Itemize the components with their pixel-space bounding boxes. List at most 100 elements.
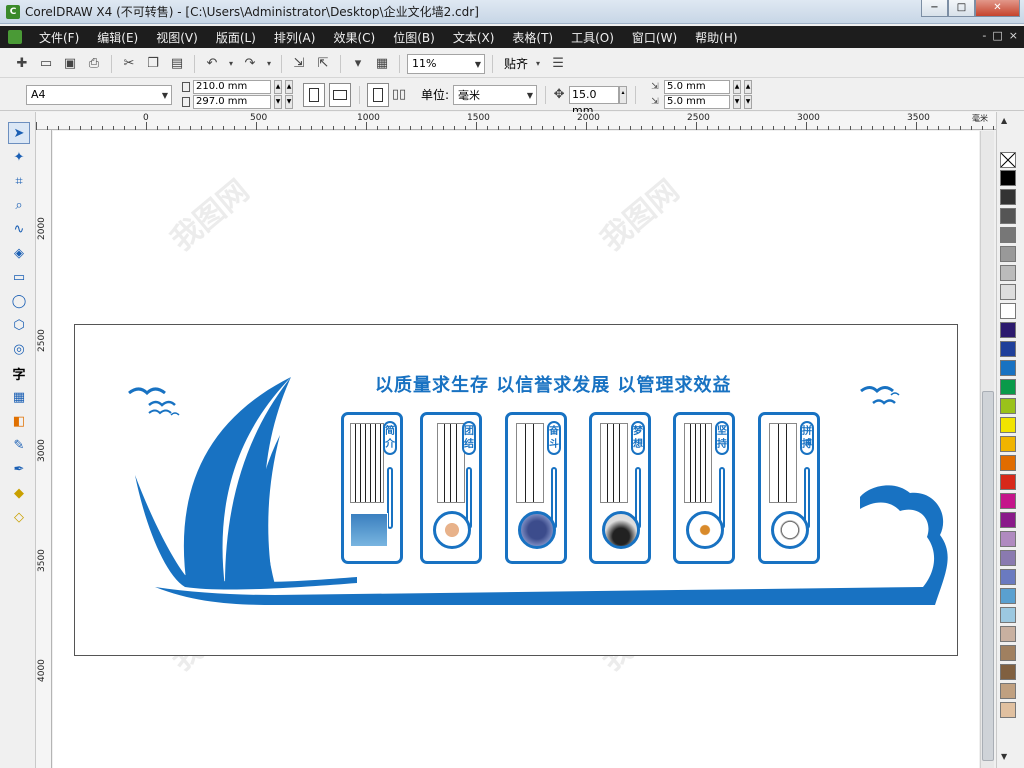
color-swatch[interactable]: [1000, 265, 1016, 281]
color-swatch[interactable]: [1000, 455, 1016, 471]
page-height-field[interactable]: 297.0 mm: [193, 95, 271, 109]
freehand-tool-icon[interactable]: ∿: [8, 218, 30, 240]
menu-arrange[interactable]: 排列(A): [265, 29, 325, 46]
duplicate-y-stepper[interactable]: ▼: [733, 95, 742, 109]
culture-panel-unity[interactable]: 团结: [420, 412, 482, 564]
color-swatch[interactable]: [1000, 588, 1016, 604]
interactive-blend-tool-icon[interactable]: ◧: [8, 410, 30, 432]
crop-tool-icon[interactable]: ⌗: [8, 170, 30, 192]
import-icon[interactable]: ⇲: [289, 54, 309, 74]
color-swatch[interactable]: [1000, 189, 1016, 205]
palette-scroll-up-icon[interactable]: ▲: [1001, 116, 1007, 125]
menu-view[interactable]: 视图(V): [147, 29, 207, 46]
snap-to-button[interactable]: 贴齐: [504, 55, 528, 72]
close-button[interactable]: ✕: [975, 0, 1020, 17]
culture-panel-struggle[interactable]: 奋斗: [505, 412, 567, 564]
color-swatch[interactable]: [1000, 664, 1016, 680]
eyedropper-tool-icon[interactable]: ✎: [8, 434, 30, 456]
height-stepper[interactable]: ▼: [274, 95, 282, 109]
color-swatch[interactable]: [1000, 170, 1016, 186]
culture-panel-strive[interactable]: 拼搏: [758, 412, 820, 564]
outline-pen-tool-icon[interactable]: ✒: [8, 458, 30, 480]
coreldraw-app-icon[interactable]: C: [6, 4, 20, 19]
nudge-stepper[interactable]: ▴: [619, 85, 628, 104]
undo-dropdown-icon[interactable]: ▾: [226, 54, 236, 74]
scrollbar-thumb[interactable]: [982, 391, 994, 761]
drawing-canvas[interactable]: 我图网 我图网 我图网 我图网 我图网 我图网 以质量求生存 以信誉求发展 以管…: [53, 131, 979, 768]
paper-size-select[interactable]: A4 ▼: [26, 84, 172, 105]
doc-minimize-button[interactable]: -: [982, 29, 986, 42]
menu-help[interactable]: 帮助(H): [686, 29, 746, 46]
color-swatch[interactable]: [1000, 227, 1016, 243]
new-document-icon[interactable]: ✚: [12, 54, 32, 74]
units-select[interactable]: 毫米 ▼: [453, 84, 538, 105]
color-swatch[interactable]: [1000, 379, 1016, 395]
duplicate-x-stepper[interactable]: ▲: [744, 80, 753, 94]
redo-icon[interactable]: ↷: [240, 54, 260, 74]
menu-effects[interactable]: 效果(C): [324, 29, 384, 46]
paste-icon[interactable]: ▤: [167, 54, 187, 74]
color-swatch[interactable]: [1000, 398, 1016, 414]
nudge-distance-field[interactable]: 15.0 mm: [569, 85, 620, 117]
vertical-scrollbar[interactable]: [980, 131, 994, 768]
doc-close-button[interactable]: ×: [1009, 29, 1018, 42]
smart-fill-tool-icon[interactable]: ◈: [8, 242, 30, 264]
table-tool-icon[interactable]: ▦: [8, 386, 30, 408]
interactive-fill-tool-icon[interactable]: ◇: [8, 506, 30, 528]
copy-icon[interactable]: ❐: [143, 54, 163, 74]
pick-tool-icon[interactable]: ➤: [8, 122, 30, 144]
document-icon[interactable]: [8, 30, 22, 44]
open-folder-icon[interactable]: ▭: [36, 54, 56, 74]
snap-dropdown-icon[interactable]: ▾: [532, 54, 544, 74]
menu-bitmaps[interactable]: 位图(B): [384, 29, 444, 46]
width-stepper[interactable]: ▲: [274, 80, 282, 94]
landscape-button[interactable]: [329, 82, 351, 107]
color-swatch[interactable]: [1000, 322, 1016, 338]
maximize-button[interactable]: □: [948, 0, 975, 17]
menu-layout[interactable]: 版面(L): [207, 29, 265, 46]
color-swatch[interactable]: [1000, 436, 1016, 452]
color-swatch[interactable]: [1000, 360, 1016, 376]
menu-window[interactable]: 窗口(W): [623, 29, 686, 46]
fill-tool-icon[interactable]: ◆: [8, 482, 30, 504]
shape-tool-icon[interactable]: ✦: [8, 146, 30, 168]
duplicate-x-stepper[interactable]: ▲: [733, 80, 742, 94]
color-swatch[interactable]: [1000, 474, 1016, 490]
undo-icon[interactable]: ↶: [202, 54, 222, 74]
basic-shapes-tool-icon[interactable]: ◎: [8, 338, 30, 360]
options-checklist-icon[interactable]: ☰: [548, 54, 568, 74]
color-swatch[interactable]: [1000, 246, 1016, 262]
color-swatch[interactable]: [1000, 645, 1016, 661]
doc-restore-button[interactable]: □: [992, 29, 1002, 42]
application-launcher-icon[interactable]: ▾: [348, 54, 368, 74]
save-icon[interactable]: ▣: [60, 54, 80, 74]
current-page-icon[interactable]: ▯▯: [389, 85, 409, 105]
rectangle-tool-icon[interactable]: ▭: [8, 266, 30, 288]
culture-panel-dream[interactable]: 梦想: [589, 412, 651, 564]
menu-table[interactable]: 表格(T): [503, 29, 562, 46]
color-swatch[interactable]: [1000, 569, 1016, 585]
duplicate-x-field[interactable]: 5.0 mm: [664, 80, 731, 94]
polygon-tool-icon[interactable]: ⬡: [8, 314, 30, 336]
cut-icon[interactable]: ✂: [119, 54, 139, 74]
portrait-button[interactable]: [303, 82, 325, 107]
horizontal-ruler[interactable]: 0 500 1000 1500 2000 2500 3000 3500 毫米: [36, 112, 998, 130]
all-pages-button[interactable]: [367, 82, 389, 107]
no-color-swatch[interactable]: [1000, 152, 1016, 168]
color-swatch[interactable]: [1000, 303, 1016, 319]
ellipse-tool-icon[interactable]: ◯: [8, 290, 30, 312]
vertical-ruler[interactable]: 2000 2500 3000 3500 4000: [36, 130, 52, 768]
text-tool-icon[interactable]: 字: [8, 362, 30, 384]
color-swatch[interactable]: [1000, 512, 1016, 528]
culture-panel-intro[interactable]: 简介: [341, 412, 403, 564]
width-stepper[interactable]: ▲: [285, 80, 293, 94]
color-swatch[interactable]: [1000, 531, 1016, 547]
welcome-screen-icon[interactable]: ▦: [372, 54, 392, 74]
menu-edit[interactable]: 编辑(E): [88, 29, 147, 46]
color-swatch[interactable]: [1000, 208, 1016, 224]
zoom-level-select[interactable]: 11% ▼: [407, 53, 485, 74]
color-swatch[interactable]: [1000, 702, 1016, 718]
color-swatch[interactable]: [1000, 626, 1016, 642]
culture-panel-persistence[interactable]: 坚持: [673, 412, 735, 564]
zoom-tool-icon[interactable]: ⌕: [8, 194, 30, 216]
